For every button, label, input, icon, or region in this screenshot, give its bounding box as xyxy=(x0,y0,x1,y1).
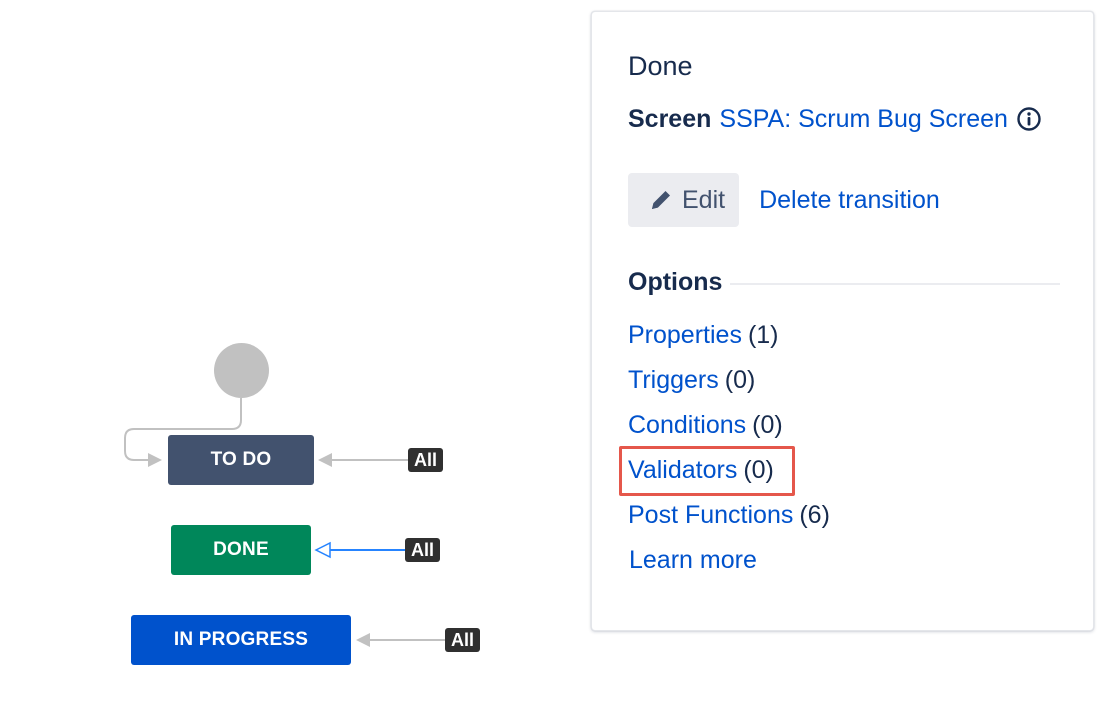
diagram-connectors xyxy=(124,398,445,647)
edit-button-label: Edit xyxy=(682,185,726,214)
options-title: Options xyxy=(628,268,723,296)
conditions-count: (0) xyxy=(752,411,783,439)
properties-link[interactable]: Properties xyxy=(628,321,742,349)
start-node[interactable] xyxy=(214,343,269,398)
conditions-link[interactable]: Conditions xyxy=(628,411,746,439)
option-triggers: Triggers (0) xyxy=(628,365,830,410)
screen-row: Screen SSPA: Scrum Bug Screen xyxy=(628,104,1042,134)
properties-count: (1) xyxy=(747,321,779,349)
validators-link[interactable]: Validators xyxy=(628,456,737,484)
workflow-editor: TO DO DONE IN PROGRESS All All All Done … xyxy=(0,0,1108,718)
screen-link[interactable]: SSPA: Scrum Bug Screen xyxy=(719,104,1008,134)
option-post-functions: Post Functions (6) xyxy=(628,500,830,545)
workflow-diagram: TO DO DONE IN PROGRESS All All All xyxy=(0,0,580,718)
screen-label: Screen xyxy=(628,105,712,133)
actions-row: Edit Delete transition xyxy=(628,173,940,227)
options-list: Properties (1) Triggers (0) Conditions (0) … xyxy=(628,320,830,545)
post-functions-count: (6) xyxy=(799,501,830,529)
done-global-transition-arrowhead xyxy=(314,541,331,559)
pencil-icon xyxy=(648,187,674,213)
status-node-in-progress[interactable]: IN PROGRESS xyxy=(131,615,351,665)
options-divider xyxy=(730,282,1060,285)
transition-panel: Done Screen SSPA: Scrum Bug Screen Edit … xyxy=(591,11,1094,631)
option-properties: Properties (1) xyxy=(628,320,830,365)
all-badge-todo[interactable]: All xyxy=(408,448,444,472)
all-badge-done[interactable]: All xyxy=(405,538,441,562)
initial-transition-arrowhead xyxy=(148,453,162,467)
learn-more-link[interactable]: Learn more xyxy=(629,545,757,575)
option-validators: Validators (0) xyxy=(628,455,830,500)
triggers-link[interactable]: Triggers xyxy=(628,366,719,394)
panel-title: Done xyxy=(628,51,693,81)
all-badge-in-progress[interactable]: All xyxy=(445,628,481,652)
option-conditions: Conditions (0) xyxy=(628,410,830,455)
edit-button[interactable]: Edit xyxy=(628,173,740,227)
status-node-done[interactable]: DONE xyxy=(171,525,311,575)
validators-count: (0) xyxy=(743,456,774,484)
triggers-count: (0) xyxy=(724,366,756,394)
post-functions-link[interactable]: Post Functions xyxy=(628,501,793,529)
delete-transition-link[interactable]: Delete transition xyxy=(759,186,940,215)
status-node-todo[interactable]: TO DO xyxy=(168,435,314,485)
info-icon[interactable] xyxy=(1016,106,1042,132)
options-header: Options xyxy=(628,267,1060,297)
todo-global-transition-arrowhead xyxy=(318,453,332,467)
inprogress-global-transition-arrowhead xyxy=(356,633,370,647)
